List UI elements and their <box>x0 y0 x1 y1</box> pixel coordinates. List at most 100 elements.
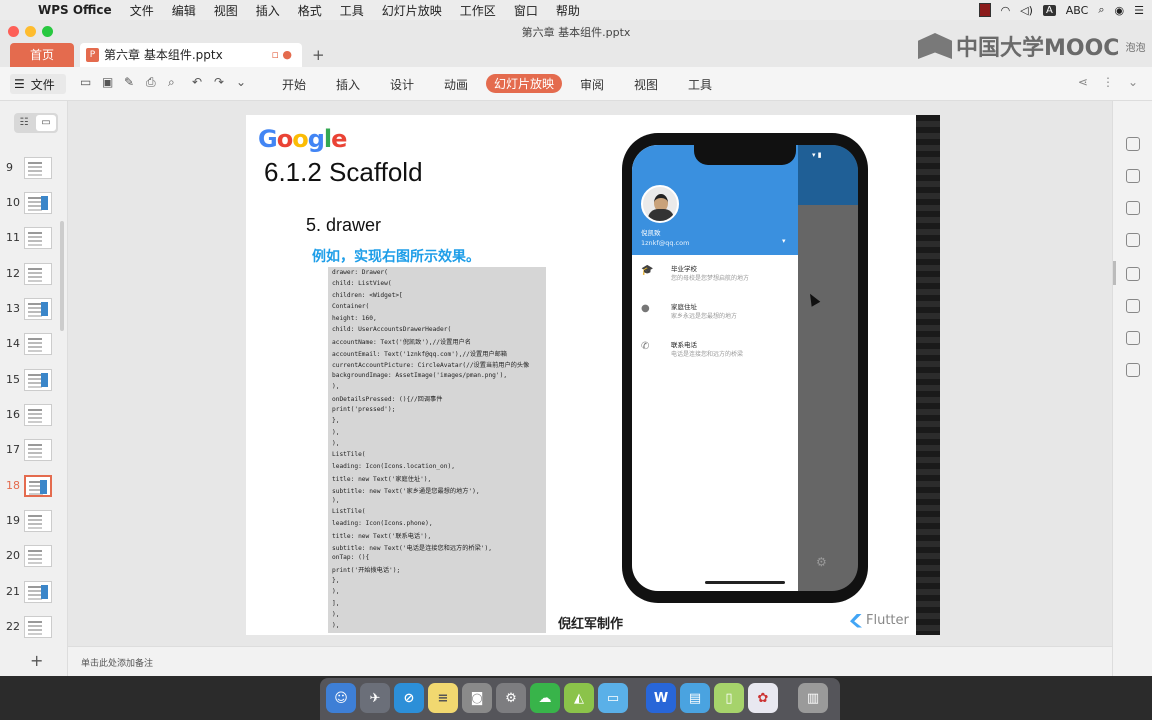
wps-icon[interactable]: W <box>646 683 676 713</box>
code-line: accountEmail: Text('1znkf@qq.com'),//设置用… <box>332 350 507 358</box>
safari-icon[interactable]: ⊘ <box>394 683 424 713</box>
layers-icon[interactable] <box>1126 267 1140 281</box>
input-method-label[interactable]: ABC <box>1066 4 1089 17</box>
slide-thumb[interactable]: 21 <box>0 581 68 605</box>
record-indicator-icon[interactable] <box>978 3 991 17</box>
add-slide-icon[interactable]: + <box>30 651 43 670</box>
menubar-item-help[interactable]: 帮助 <box>556 2 580 19</box>
system-preferences-icon[interactable]: ⚙ <box>496 683 526 713</box>
trash-icon[interactable]: ▥ <box>798 683 828 713</box>
notes-green-icon[interactable]: ▯ <box>714 683 744 713</box>
spotlight-search-icon[interactable]: ⌕ <box>1098 3 1104 17</box>
tab-slideshow[interactable]: 幻灯片放映 <box>486 74 563 93</box>
tab-document[interactable]: P 第六章 基本组件.pptx ▫ ● <box>80 43 302 67</box>
phone-icon: ✆ <box>641 341 650 352</box>
finder-icon[interactable]: ☺ <box>326 683 356 713</box>
code-line: ), <box>332 588 340 596</box>
format-painter-icon[interactable]: ✎ <box>124 75 134 89</box>
print-preview-icon[interactable]: ⌕ <box>168 75 175 90</box>
menubar-item-edit[interactable]: 编辑 <box>172 2 196 19</box>
settings-icon[interactable]: ⚙ <box>816 555 827 569</box>
menubar-item-tools[interactable]: 工具 <box>340 2 364 19</box>
flutter-icon <box>850 613 862 628</box>
slide-thumb[interactable]: 22 <box>0 616 68 640</box>
app-circles-icon[interactable]: ✿ <box>748 683 778 713</box>
tab-view[interactable]: 视图 <box>634 76 658 93</box>
tab-insert[interactable]: 插入 <box>336 76 360 93</box>
drawer-tile-phone[interactable]: ✆ 联系电话 电话是连接您和远方的桥梁 <box>632 335 798 371</box>
settings-sliders-icon[interactable] <box>1126 331 1140 345</box>
shape-icon[interactable] <box>1126 169 1140 183</box>
slide-thumb[interactable]: 10 <box>0 192 68 216</box>
redo-icon[interactable]: ↷ <box>214 75 224 89</box>
slide-thumb[interactable]: 14 <box>0 333 68 357</box>
tab-home[interactable]: 首页 <box>10 43 74 67</box>
tab-status-dots-icon[interactable]: ▫ ● <box>271 43 292 67</box>
notification-center-icon[interactable]: ☰ <box>1134 4 1144 17</box>
android-studio-icon[interactable]: ◭ <box>564 683 594 713</box>
menubar-item-file[interactable]: 文件 <box>130 2 154 19</box>
thumbnail-scrollbar[interactable] <box>60 221 64 331</box>
save-icon[interactable]: ▣ <box>102 75 113 89</box>
tab-tools[interactable]: 工具 <box>688 76 712 93</box>
menubar-item-insert[interactable]: 插入 <box>256 2 280 19</box>
wifi-icon[interactable]: ◠ <box>1001 4 1011 17</box>
input-method-icon[interactable]: A <box>1042 4 1056 16</box>
folder-icon[interactable]: ▭ <box>598 683 628 713</box>
menubar-item-workspace[interactable]: 工作区 <box>460 2 496 19</box>
right-scrollbar[interactable] <box>1113 261 1116 285</box>
slide-thumb[interactable]: 20 <box>0 545 68 569</box>
slide-thumb[interactable]: 12 <box>0 263 68 287</box>
menubar-item-window[interactable]: 窗口 <box>514 2 538 19</box>
share-icon[interactable]: ⋖ <box>1078 75 1088 89</box>
more-options-icon[interactable]: ⋮ <box>1102 75 1114 89</box>
slide-thumb[interactable]: 17 <box>0 439 68 463</box>
user-avatar[interactable] <box>641 185 679 223</box>
slide-thumb[interactable]: 16 <box>0 404 68 428</box>
notes-app-icon[interactable]: ≡ <box>428 683 458 713</box>
new-tab-button[interactable]: + <box>312 43 325 67</box>
slide[interactable]: Google 6.1.2 Scaffold 5. drawer 例如，实现右图所… <box>246 115 916 635</box>
notes-area[interactable]: 单击此处添加备注 <box>68 646 1112 676</box>
quick-access-dropdown-icon[interactable]: ⌄ <box>236 75 246 89</box>
undo-icon[interactable]: ↶ <box>192 75 202 89</box>
slide-thumb-active[interactable]: 18 <box>0 475 68 499</box>
tab-start[interactable]: 开始 <box>282 76 306 93</box>
launchpad-icon[interactable]: ✈ <box>360 683 390 713</box>
protect-icon[interactable] <box>1126 233 1140 247</box>
slide-thumb[interactable]: 19 <box>0 510 68 534</box>
menubar-item-format[interactable]: 格式 <box>298 2 322 19</box>
effects-icon[interactable] <box>1126 299 1140 313</box>
expand-details-icon[interactable]: ▾ <box>782 237 786 245</box>
view-toggle[interactable]: ☷ ▭ <box>14 113 58 133</box>
copy-icon[interactable] <box>1126 137 1140 151</box>
screenshot-icon[interactable]: ◙ <box>462 683 492 713</box>
code-line: child: ListView( <box>332 280 392 288</box>
slide-thumb[interactable]: 15 <box>0 369 68 393</box>
menubar-app-name[interactable]: WPS Office <box>38 3 112 17</box>
drawer-tile-address[interactable]: ● 家庭住址 家乡永远是您最想的地方 <box>632 297 798 333</box>
code-line: ), <box>332 497 340 504</box>
wechat-icon[interactable]: ☁ <box>530 683 560 713</box>
fill-icon[interactable] <box>1126 201 1140 215</box>
history-icon[interactable] <box>1126 363 1140 377</box>
menubar-item-slideshow[interactable]: 幻灯片放映 <box>382 2 442 19</box>
thumbnail-view-icon[interactable]: ▭ <box>36 115 56 131</box>
file-menu-button[interactable]: ☰ 文件 <box>10 74 66 94</box>
slide-thumb-image <box>24 157 52 179</box>
tab-design[interactable]: 设计 <box>390 76 414 93</box>
slide-thumb[interactable]: 11 <box>0 227 68 251</box>
print-icon[interactable]: ⎙ <box>146 75 156 90</box>
drawer-tile-school[interactable]: 🎓 毕业学校 您的母校是您梦想启航的地方 <box>632 259 798 295</box>
siri-icon[interactable]: ◉ <box>1115 4 1125 17</box>
menubar-item-view[interactable]: 视图 <box>214 2 238 19</box>
slide-thumb[interactable]: 9 <box>0 157 68 181</box>
collapse-ribbon-icon[interactable]: ⌄ <box>1128 75 1138 89</box>
wps-folder-icon[interactable]: ▤ <box>680 683 710 713</box>
slide-thumb[interactable]: 13 <box>0 298 68 322</box>
outline-view-icon[interactable]: ☷ <box>14 113 34 133</box>
volume-icon[interactable]: ◁) <box>1020 4 1033 17</box>
tab-review[interactable]: 审阅 <box>580 76 604 93</box>
open-folder-icon[interactable]: ▭ <box>80 75 91 89</box>
tab-animation[interactable]: 动画 <box>444 76 468 93</box>
